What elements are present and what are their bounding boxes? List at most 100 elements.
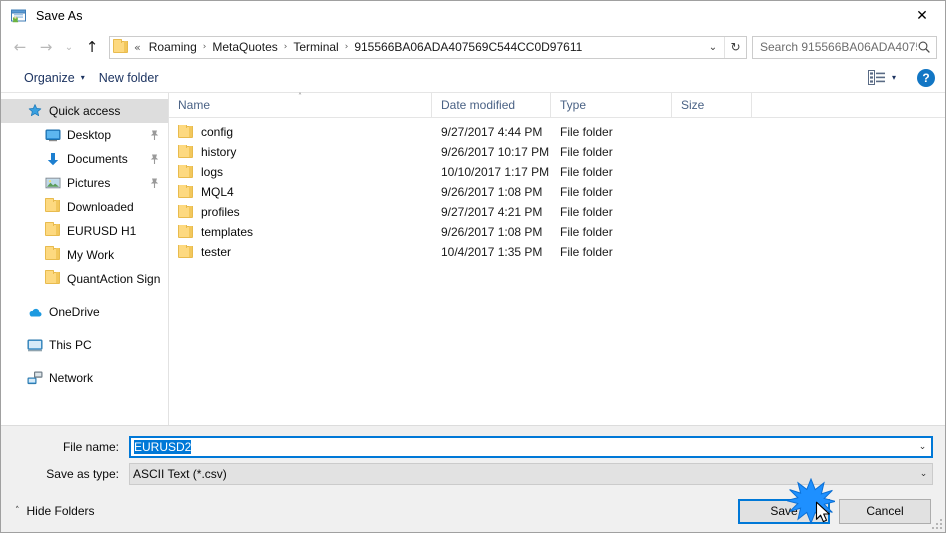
column-header-label: Size: [681, 98, 705, 112]
table-row[interactable]: templates 9/26/2017 1:08 PM File folder: [169, 222, 945, 242]
pin-icon[interactable]: [149, 129, 160, 141]
table-row[interactable]: MQL4 9/26/2017 1:08 PM File folder: [169, 182, 945, 202]
table-row[interactable]: history 9/26/2017 10:17 PM File folder: [169, 142, 945, 162]
breadcrumb-item-guid[interactable]: 915566BA06ADA407569C544CC0D97611: [349, 37, 587, 58]
file-date-cell: 9/26/2017 10:17 PM: [441, 145, 550, 159]
file-type-cell: File folder: [560, 125, 613, 139]
breadcrumb-item-metaquotes[interactable]: MetaQuotes: [207, 37, 282, 58]
table-row[interactable]: profiles 9/27/2017 4:21 PM File folder: [169, 202, 945, 222]
file-type-cell: File folder: [560, 225, 613, 239]
column-header-name[interactable]: ˄ Name: [169, 93, 432, 117]
breadcrumb-overflow[interactable]: «: [132, 41, 144, 54]
file-name-cell: templates: [169, 225, 432, 239]
file-name-field[interactable]: EURUSD2 ⌄: [129, 436, 933, 458]
folder-icon: [45, 198, 61, 215]
pin-icon[interactable]: [149, 177, 160, 189]
save-form: File name: EURUSD2 ⌄ Save as type: ASCII…: [1, 425, 945, 490]
column-header-type[interactable]: Type: [551, 93, 672, 117]
desktop-icon: [45, 127, 61, 143]
chevron-down-icon[interactable]: ⌄: [914, 438, 931, 456]
organize-button[interactable]: Organize ▾: [17, 68, 92, 88]
folder-icon: [45, 222, 61, 239]
sidebar-item-label: QuantAction Signal: [67, 272, 160, 286]
documents-icon: [45, 151, 61, 167]
up-button[interactable]: ↑: [79, 34, 105, 60]
help-button[interactable]: ?: [917, 68, 935, 87]
column-header-size[interactable]: Size: [672, 93, 752, 117]
cancel-button-label: Cancel: [866, 504, 904, 518]
save-as-type-field[interactable]: ASCII Text (*.csv) ⌄: [129, 463, 933, 485]
recent-locations-button[interactable]: ⌄: [59, 34, 79, 60]
sidebar-item-pictures[interactable]: Pictures: [1, 171, 168, 195]
save-button[interactable]: Save: [738, 498, 830, 524]
file-name-label: MQL4: [201, 185, 234, 199]
this-pc-icon: [27, 337, 43, 353]
save-button-label: Save: [770, 504, 798, 518]
save-as-type-row: Save as type: ASCII Text (*.csv) ⌄: [13, 463, 933, 485]
dialog-footer: ˄ Hide Folders Save Cancel: [1, 490, 945, 532]
sidebar-item-downloaded[interactable]: Downloaded: [1, 195, 168, 219]
file-type-cell: File folder: [560, 245, 613, 259]
file-name-cell: tester: [169, 245, 432, 259]
folder-icon: [178, 145, 194, 159]
table-row[interactable]: tester 10/4/2017 1:35 PM File folder: [169, 242, 945, 262]
back-button[interactable]: ←: [7, 34, 33, 60]
forward-button[interactable]: →: [33, 34, 59, 60]
file-date-cell: 9/26/2017 1:08 PM: [441, 225, 543, 239]
sidebar-item-quick-access[interactable]: Quick access: [1, 99, 168, 123]
sidebar-item-network[interactable]: Network: [1, 366, 168, 390]
search-box[interactable]: Search 915566BA06ADA40756...: [752, 35, 937, 59]
change-view-button[interactable]: ▾: [861, 67, 903, 88]
sort-ascending-icon: ˄: [298, 92, 302, 101]
chevron-down-icon: ▾: [891, 73, 896, 82]
search-input[interactable]: Search 915566BA06ADA40756...: [760, 40, 917, 54]
column-header-label: Type: [560, 98, 587, 112]
dialog-body: Quick access Desktop Documents Pictures …: [1, 93, 945, 425]
file-date-cell: 9/26/2017 1:08 PM: [441, 185, 543, 199]
window-title: Save As: [36, 9, 83, 23]
folder-icon: [178, 205, 194, 219]
folder-icon: [178, 225, 194, 239]
table-row[interactable]: logs 10/10/2017 1:17 PM File folder: [169, 162, 945, 182]
folder-icon: [178, 125, 194, 139]
breadcrumb-item-terminal[interactable]: Terminal: [288, 37, 343, 58]
file-name-label: history: [201, 145, 237, 159]
close-button[interactable]: ✕: [899, 1, 945, 31]
file-name-label: config: [201, 125, 234, 139]
sidebar-item-my-work[interactable]: My Work: [1, 243, 168, 267]
file-name-cell: history: [169, 145, 432, 159]
cancel-button[interactable]: Cancel: [839, 498, 931, 524]
file-date-cell: 9/27/2017 4:44 PM: [441, 125, 543, 139]
sidebar-item-desktop[interactable]: Desktop: [1, 123, 168, 147]
sidebar-item-documents[interactable]: Documents: [1, 147, 168, 171]
breadcrumb-item-roaming[interactable]: Roaming: [144, 37, 202, 58]
folder-icon: [113, 39, 129, 54]
address-dropdown-icon[interactable]: ⌄: [702, 37, 724, 58]
pin-icon[interactable]: [149, 153, 160, 165]
sidebar-item-onedrive[interactable]: OneDrive: [1, 300, 168, 324]
sidebar-item-eurusd-h1[interactable]: EURUSD H1: [1, 219, 168, 243]
chevron-down-icon: ▾: [80, 73, 85, 82]
file-date-cell: 10/10/2017 1:17 PM: [441, 165, 550, 179]
file-name-cell: profiles: [169, 205, 432, 219]
close-icon: ✕: [916, 8, 928, 24]
refresh-icon[interactable]: ↻: [724, 36, 746, 58]
breadcrumb: « Roaming › MetaQuotes › Terminal › 9155…: [132, 37, 702, 58]
sidebar-item-this-pc[interactable]: This PC: [1, 333, 168, 357]
network-icon: [27, 370, 43, 386]
new-folder-button[interactable]: New folder: [92, 68, 166, 88]
file-name-selected-text: EURUSD2: [134, 440, 192, 454]
resize-grip[interactable]: [930, 517, 942, 529]
table-row[interactable]: config 9/27/2017 4:44 PM File folder: [169, 122, 945, 142]
address-bar[interactable]: « Roaming › MetaQuotes › Terminal › 9155…: [109, 35, 747, 59]
chevron-down-icon[interactable]: ⌄: [915, 464, 932, 484]
sidebar-item-quantaction-signal[interactable]: QuantAction Signal: [1, 267, 168, 291]
search-icon: [917, 40, 931, 54]
sidebar-item-label: Network: [49, 371, 94, 385]
column-header-date-modified[interactable]: Date modified: [432, 93, 551, 117]
file-name-value[interactable]: EURUSD2: [131, 440, 914, 454]
sidebar-item-label: Pictures: [67, 176, 111, 190]
hide-folders-button[interactable]: ˄ Hide Folders: [11, 501, 99, 521]
